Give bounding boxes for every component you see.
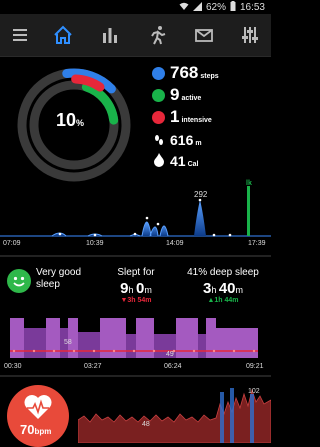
bpm-value: 70 (20, 422, 35, 437)
home-tab[interactable] (48, 21, 78, 49)
footprint-icon (153, 133, 165, 151)
deep-sleep-label: 41% deep sleep (187, 267, 259, 278)
distance-stat: 616 m (170, 132, 202, 148)
bpm-unit: bpm (34, 427, 52, 436)
active-value: 9 (170, 85, 180, 104)
deep-delta: ▲1h 44m (207, 297, 239, 304)
battery-icon (230, 1, 236, 14)
heart-min-label: 48 (142, 421, 150, 428)
goal-percent-unit: % (76, 118, 85, 128)
deep-delta-value: 1h 44m (214, 297, 239, 304)
sliders-icon (242, 27, 258, 43)
divider (0, 255, 271, 257)
hamburger-icon (13, 29, 27, 41)
calories-unit: Cal (187, 161, 199, 168)
activity-x-tick: 10:39 (86, 240, 104, 247)
wifi-icon (179, 2, 189, 14)
mail-icon (195, 29, 213, 42)
deep-minutes: 40 (218, 280, 236, 297)
activity-goal-marker (247, 186, 250, 236)
activity-x-tick: 14:09 (166, 240, 184, 247)
slept-for-label: Slept for (117, 267, 155, 278)
sleep-quality-label: Very good sleep (36, 267, 82, 290)
heart-icon (24, 395, 52, 419)
running-icon (151, 26, 166, 45)
activity-x-tick: 17:39 (248, 240, 266, 247)
heart-rate-value: 70bpm (20, 422, 51, 437)
sleep-hr-min-label: 49 (166, 351, 174, 358)
steps-stat: 768 steps (170, 63, 219, 83)
top-toolbar (0, 14, 271, 57)
active-stat: 9 active (170, 85, 201, 105)
sleep-x-tick: 03:27 (84, 363, 102, 370)
slept-duration: 9h 0m (120, 280, 152, 297)
active-unit: active (181, 95, 202, 102)
sleep-x-tick: 06:24 (164, 363, 182, 370)
sleep-x-tick: 09:21 (246, 363, 264, 370)
goal-percent-value: 10 (56, 110, 77, 130)
home-icon (54, 25, 72, 44)
distance-value: 616 (170, 132, 194, 148)
activity-goal-label: lk (246, 180, 252, 187)
slept-delta: ▼3h 54m (120, 297, 152, 304)
sleep-hr-max-label: 58 (64, 339, 72, 346)
slept-delta-value: 3h 54m (127, 297, 152, 304)
heart-rate-chart (78, 388, 271, 443)
calories-value: 41 (170, 153, 186, 169)
smiley-icon (7, 269, 31, 293)
mail-tab[interactable] (189, 21, 219, 49)
activity-peak (194, 200, 206, 236)
activity-small-peaks (51, 221, 169, 237)
steps-value: 768 (170, 63, 199, 82)
distance-unit: m (195, 140, 202, 147)
heart-max-label: 102 (248, 388, 260, 395)
goal-percent: 10% (56, 110, 84, 131)
heart-rate-badge[interactable]: 70bpm (7, 385, 69, 447)
battery-percent: 62% (205, 2, 226, 13)
deep-duration: 3h 40m (202, 280, 244, 297)
heart-rate-area (78, 388, 271, 443)
calories-stat: 41 Cal (170, 153, 198, 169)
clock: 16:53 (239, 2, 265, 13)
intensive-dot (152, 111, 165, 124)
stats-tab[interactable] (95, 21, 125, 49)
steps-dot (152, 67, 165, 80)
status-indicators: 62% 16:53 (179, 1, 265, 14)
activity-chart (0, 186, 271, 237)
intensive-value: 1 (170, 107, 180, 126)
intensive-unit: intensive (181, 117, 212, 124)
steps-unit: steps (200, 73, 219, 80)
running-tab[interactable] (142, 21, 172, 49)
active-dot (152, 89, 165, 102)
settings-tab[interactable] (235, 21, 265, 49)
flame-icon (153, 153, 165, 172)
divider (0, 375, 271, 377)
intensive-stat: 1 intensive (170, 107, 212, 127)
menu-button[interactable] (5, 21, 35, 49)
bar-chart-icon (103, 28, 117, 43)
status-bar: 62% 16:53 (0, 0, 271, 14)
activity-x-tick: 07:09 (3, 240, 21, 247)
sleep-x-tick: 00:30 (4, 363, 22, 370)
signal-icon (192, 1, 202, 14)
activity-peak-label: 292 (194, 190, 208, 199)
sleep-chart (10, 318, 258, 358)
